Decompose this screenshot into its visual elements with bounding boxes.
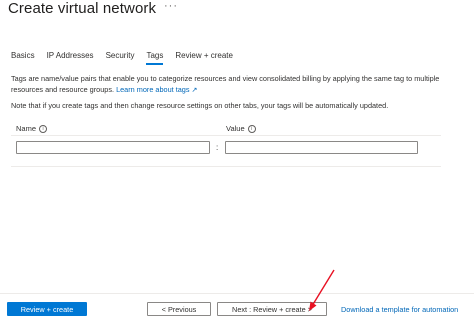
name-header-label: Name [16,124,37,133]
name-value-separator: : [216,143,219,152]
download-template-link[interactable]: Download a template for automation [341,305,458,314]
tags-note: Note that if you create tags and then ch… [11,101,389,110]
previous-button[interactable]: < Previous [147,302,211,316]
name-column-header: Name i [16,124,48,133]
more-options-icon[interactable]: ··· [164,0,178,12]
tab-tags[interactable]: Tags [146,51,163,65]
tab-ip-addresses[interactable]: IP Addresses [47,51,94,63]
value-header-label: Value [226,124,245,133]
page-title: Create virtual network [8,0,157,17]
tab-basics[interactable]: Basics [11,51,35,63]
external-link-icon: ↗ [191,87,198,94]
learn-more-link[interactable]: Learn more about tags [116,85,189,94]
tab-bar: Basics IP Addresses Security Tags Review… [11,51,245,65]
tags-description: Tags are name/value pairs that enable yo… [11,73,451,96]
table-row-divider [11,166,441,167]
tag-name-input[interactable] [16,141,210,154]
description-text: Tags are name/value pairs that enable yo… [11,74,440,94]
tab-review-create[interactable]: Review + create [175,51,233,63]
arrow-shaft [311,269,335,307]
tag-value-input[interactable] [225,141,418,154]
table-header-divider [11,135,441,136]
info-icon[interactable]: i [39,124,48,133]
footer-divider [0,293,474,294]
value-column-header: Value i [226,124,256,133]
info-icon[interactable]: i [247,124,256,133]
red-arrow-icon [309,269,335,311]
next-review-create-button[interactable]: Next : Review + create > [217,302,327,316]
review-create-button[interactable]: Review + create [7,302,87,316]
tab-security[interactable]: Security [106,51,135,63]
